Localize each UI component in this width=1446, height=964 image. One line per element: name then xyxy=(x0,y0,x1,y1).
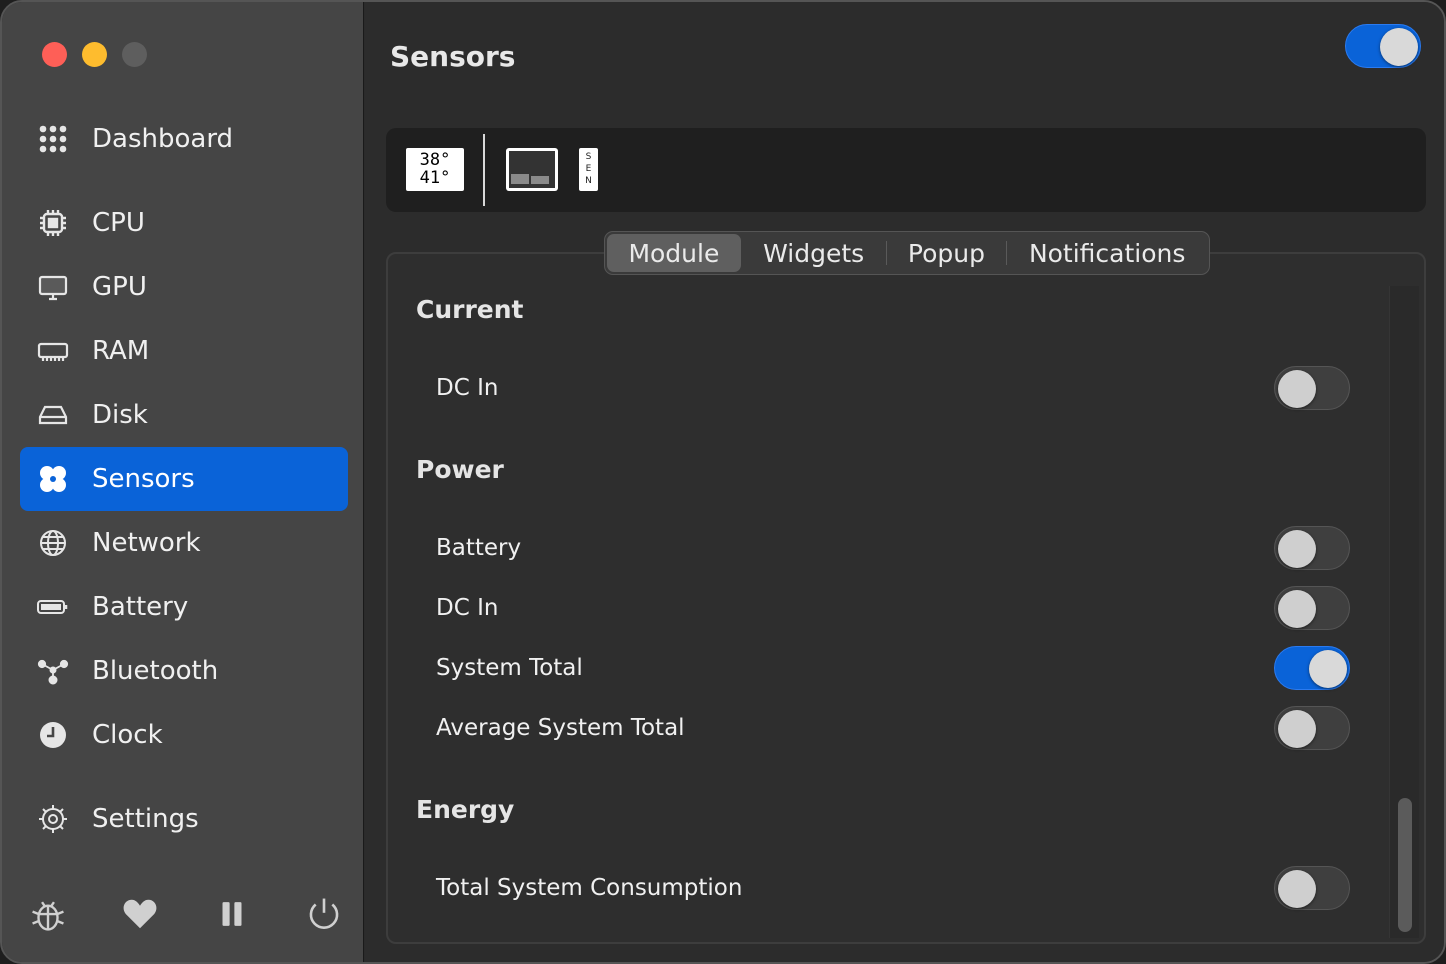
grid-icon xyxy=(36,122,70,156)
tab-notifications[interactable]: Notifications xyxy=(1007,234,1207,272)
zoom-window-button[interactable] xyxy=(122,42,147,67)
widget-divider xyxy=(483,134,485,206)
disk-icon xyxy=(36,398,70,432)
sidebar-item-label: Network xyxy=(92,528,201,558)
sidebar-footer xyxy=(26,892,346,936)
widget-preview-bar: 38° 41° S E N xyxy=(386,128,1426,212)
gpu-icon xyxy=(36,270,70,304)
pause-icon[interactable] xyxy=(210,892,254,936)
minimize-window-button[interactable] xyxy=(82,42,107,67)
sidebar-item-ram[interactable]: RAM xyxy=(20,319,348,383)
sidebar-item-label: Settings xyxy=(92,804,199,834)
battery-icon xyxy=(36,590,70,624)
page-title: Sensors xyxy=(390,40,516,73)
section-title-current: Current xyxy=(416,295,524,324)
sidebar-item-clock[interactable]: Clock xyxy=(20,703,348,767)
close-window-button[interactable] xyxy=(42,42,67,67)
app-window: Dashboard CPU GPU RAM Disk Sensors Netwo… xyxy=(0,0,1446,964)
row-label-total-system-consumption: Total System Consumption xyxy=(436,875,743,901)
module-enable-toggle[interactable] xyxy=(1345,24,1421,68)
bluetooth-icon xyxy=(36,654,70,688)
system-total-toggle[interactable] xyxy=(1274,646,1350,690)
row-label-average-system-total: Average System Total xyxy=(436,715,685,741)
settings-panel xyxy=(386,252,1426,944)
sidebar-item-bluetooth[interactable]: Bluetooth xyxy=(20,639,348,703)
current-dc-in-toggle[interactable] xyxy=(1274,366,1350,410)
row-label-system-total: System Total xyxy=(436,655,583,681)
sidebar: Dashboard CPU GPU RAM Disk Sensors Netwo… xyxy=(2,2,364,962)
sidebar-item-battery[interactable]: Battery xyxy=(20,575,348,639)
ram-icon xyxy=(36,334,70,368)
sidebar-item-label: Bluetooth xyxy=(92,656,219,686)
tab-popup[interactable]: Popup xyxy=(887,234,1007,272)
sidebar-item-gpu[interactable]: GPU xyxy=(20,255,348,319)
main-content: Sensors 38° 41° S E N Module Widgets Pop… xyxy=(365,2,1444,962)
row-label-power-dc-in: DC In xyxy=(436,595,499,621)
sidebar-item-dashboard[interactable]: Dashboard xyxy=(20,107,348,171)
bug-icon[interactable] xyxy=(26,892,70,936)
row-label-power-battery: Battery xyxy=(436,535,522,561)
sidebar-item-label: Sensors xyxy=(92,464,195,494)
tab-module[interactable]: Module xyxy=(607,234,741,272)
sidebar-item-network[interactable]: Network xyxy=(20,511,348,575)
cpu-icon xyxy=(36,206,70,240)
sidebar-item-sensors[interactable]: Sensors xyxy=(20,447,348,511)
tab-widgets[interactable]: Widgets xyxy=(742,234,886,272)
heart-icon[interactable] xyxy=(118,892,162,936)
sidebar-item-settings[interactable]: Settings xyxy=(20,787,348,851)
sidebar-item-label: Battery xyxy=(92,592,189,622)
section-title-power: Power xyxy=(416,455,504,484)
window-controls xyxy=(42,42,147,67)
sidebar-item-label: Clock xyxy=(92,720,163,750)
scrollbar-thumb[interactable] xyxy=(1398,798,1412,932)
sidebar-item-disk[interactable]: Disk xyxy=(20,383,348,447)
power-dc-in-toggle[interactable] xyxy=(1274,586,1350,630)
power-icon[interactable] xyxy=(302,892,346,936)
bar-chart-widget-preview[interactable] xyxy=(506,148,558,191)
section-title-energy: Energy xyxy=(416,795,515,824)
row-label-current-dc-in: DC In xyxy=(436,375,499,401)
average-system-total-toggle[interactable] xyxy=(1274,706,1350,750)
sidebar-item-label: Disk xyxy=(92,400,148,430)
total-system-consumption-toggle[interactable] xyxy=(1274,866,1350,910)
label-widget-preview[interactable]: S E N xyxy=(579,148,598,191)
gear-icon xyxy=(36,802,70,836)
sidebar-item-label: GPU xyxy=(92,272,147,302)
sidebar-item-label: Dashboard xyxy=(92,124,234,154)
sidebar-item-cpu[interactable]: CPU xyxy=(20,191,348,255)
settings-tabs: Module Widgets Popup Notifications xyxy=(604,231,1210,275)
globe-icon xyxy=(36,526,70,560)
fan-icon xyxy=(36,462,70,496)
clock-icon xyxy=(36,718,70,752)
sidebar-item-label: CPU xyxy=(92,208,145,238)
sensors-widget-preview[interactable]: 38° 41° xyxy=(406,148,464,191)
sidebar-item-label: RAM xyxy=(92,336,150,366)
power-battery-toggle[interactable] xyxy=(1274,526,1350,570)
